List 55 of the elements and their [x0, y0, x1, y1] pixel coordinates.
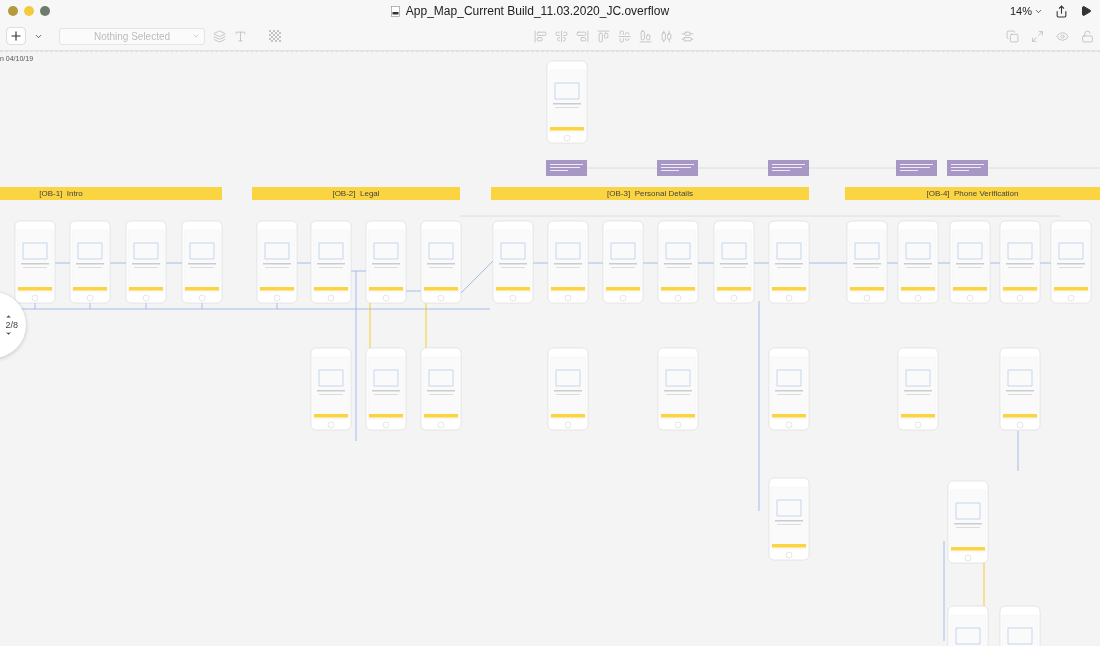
up-arrow-icon[interactable] [5, 313, 12, 320]
connector-line [587, 262, 604, 264]
connector-line [1039, 262, 1052, 264]
align-top-icon[interactable] [596, 29, 610, 43]
document-icon [390, 5, 400, 17]
connector-line [937, 262, 951, 264]
align-middle-icon[interactable] [617, 29, 631, 43]
align-right-icon[interactable] [575, 29, 589, 43]
distribute-horizontal-icon[interactable] [659, 29, 673, 43]
connector-line [54, 262, 71, 264]
sticky-note-drawing [947, 160, 988, 176]
duplicate-icon[interactable] [1006, 29, 1019, 43]
section-header: [OB-2] Legal [252, 187, 460, 200]
connector-line [697, 262, 715, 264]
pattern-icon[interactable] [269, 30, 281, 42]
connector-line [532, 262, 549, 264]
connector-line [109, 262, 127, 264]
plus-icon [9, 29, 23, 43]
connector-line [405, 290, 422, 292]
connector-line [642, 262, 659, 264]
window-title: App_Map_Current Build_11.03.2020_JC.overflow [405, 4, 670, 18]
text-icon[interactable] [234, 29, 247, 43]
share-icon[interactable] [1055, 4, 1068, 18]
zoom-button[interactable] [40, 6, 50, 16]
connector-line [296, 262, 312, 264]
layers-icon[interactable] [213, 29, 226, 43]
section-header: [OB-1] Intro [0, 187, 222, 200]
align-center-icon[interactable] [554, 29, 568, 43]
connector-line [808, 262, 848, 264]
connector-line [989, 262, 1001, 264]
sticky-note-drawing [657, 160, 698, 176]
down-arrow-icon[interactable] [5, 330, 12, 337]
connector-line [1017, 430, 1019, 472]
align-bottom-icon[interactable] [638, 29, 652, 43]
play-icon[interactable] [1080, 5, 1092, 17]
align-left-icon[interactable] [533, 29, 547, 43]
section-header: [OB-3] Personal Details [491, 187, 809, 200]
resize-icon[interactable] [1031, 29, 1044, 43]
page-number: 2/8 [5, 320, 18, 330]
connector-line [165, 262, 183, 264]
add-button[interactable] [6, 27, 26, 45]
connector-line [753, 262, 770, 264]
distribute-vertical-icon[interactable] [680, 29, 694, 43]
zoom-dropdown[interactable]: 14% [1009, 5, 1043, 17]
sticky-note-drawing [896, 160, 937, 176]
close-button[interactable] [8, 6, 18, 16]
unlock-icon[interactable] [1081, 29, 1094, 43]
connector-line [886, 262, 899, 264]
minimize-button[interactable] [24, 6, 34, 16]
eye-icon[interactable] [1056, 29, 1069, 43]
caret-icon [192, 32, 200, 40]
section-header: [OB-4] Phone Verification [845, 187, 1100, 200]
connector-line [460, 260, 494, 294]
sticky-note-drawing [546, 160, 587, 176]
sticky-note-drawing [768, 160, 809, 176]
